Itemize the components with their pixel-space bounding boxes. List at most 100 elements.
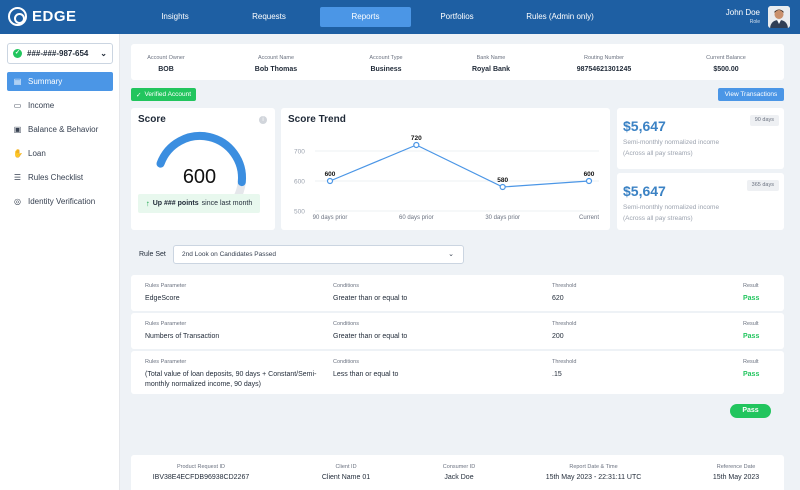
info-label: Account Name (257, 55, 295, 61)
identity-icon: ◎ (14, 197, 21, 206)
user-role: Role (749, 19, 760, 25)
rule-param: Rules Parameter (Total value of loan depo… (145, 359, 325, 390)
footer-label: Reference Date (716, 464, 756, 470)
x-tick-label: 30 days prior (485, 215, 520, 221)
sidebar-item-balance-behavior[interactable]: ▣ Balance & Behavior (7, 120, 113, 139)
info-label: Bank Name (476, 55, 506, 61)
user-info[interactable]: John Doe Role (726, 8, 760, 25)
sidebar-item-identity-verification[interactable]: ◎ Identity Verification (7, 192, 113, 211)
info-label: Routing Number (583, 55, 625, 61)
rule-param-label: Rules Parameter (145, 359, 187, 365)
footer-value: Jack Doe (444, 474, 474, 481)
tab-requests[interactable]: Requests (224, 7, 314, 27)
sidebar-item-income[interactable]: ▭ Income (7, 96, 113, 115)
rule-result: Result Pass (743, 321, 759, 342)
edge-logo-icon (8, 7, 27, 26)
overall-pass-button[interactable]: Pass (730, 404, 771, 418)
rule-row: Rules Parameter EdgeScore Conditions Great… (131, 275, 784, 311)
rule-condition: Conditions Less than or equal to (333, 359, 398, 380)
rule-condition-value: Less than or equal to (333, 371, 399, 378)
score-change-rest: since last month (201, 200, 253, 207)
chevron-down-icon: ⌄ (100, 49, 107, 58)
footer-value: 15th May 2023 - 22:31:11 UTC (545, 474, 642, 481)
check-circle-icon: ✓ (13, 49, 22, 58)
data-label: 600 (584, 171, 595, 178)
rule-param: Rules Parameter Numbers of Transaction (145, 321, 219, 342)
sidebar-item-label: Income (28, 101, 55, 110)
loan-icon: ✋ (13, 149, 23, 158)
footer-label: Report Date & Time (569, 464, 618, 470)
x-tick-label: Current (579, 215, 599, 221)
rule-row: Rules Parameter (Total value of loan depo… (131, 351, 784, 394)
rule-condition-label: Conditions (333, 359, 359, 365)
tab-insights[interactable]: Insights (130, 7, 220, 27)
info-bank-name: Bank Name Royal Bank (456, 55, 526, 73)
info-value: $500.00 (713, 66, 739, 73)
chevron-down-icon: ⌄ (448, 251, 454, 258)
data-label: 720 (411, 135, 422, 142)
y-tick-label: 500 (294, 209, 305, 216)
rule-result: Result Pass (743, 283, 759, 304)
info-account-type: Account Type Business (351, 55, 421, 73)
sidebar-item-label: Summary (28, 77, 63, 86)
income-amount: $5,647 (623, 118, 666, 134)
rule-result-label: Result (743, 283, 759, 289)
tab-portfolios[interactable]: Portfolios (412, 7, 502, 27)
rule-condition-label: Conditions (333, 321, 359, 327)
rule-result-value: Pass (743, 333, 760, 340)
info-account-owner: Account Owner BOB (131, 55, 201, 73)
client-id: Client ID Client Name 01 (301, 464, 391, 481)
rule-condition: Conditions Greater than or equal to (333, 321, 407, 342)
rule-result: Result Pass (743, 359, 759, 380)
rule-condition-value: Greater than or equal to (333, 295, 408, 302)
view-transactions-button[interactable]: View Transactions (718, 88, 784, 101)
income-card-365: $5,647 365 days Semi-monthly normalized … (617, 173, 784, 230)
user-name: John Doe (725, 8, 760, 17)
income-icon: ▭ (13, 101, 22, 110)
account-selector[interactable]: ✓ ###-###-987-654 ⌄ (7, 43, 113, 64)
report-details-card: Product Request ID IBV38E4ECFDB96938CD226… (131, 455, 784, 490)
y-tick-label: 600 (294, 179, 305, 186)
footer-value: 15th May 2023 (712, 474, 760, 481)
footer-label: Client ID (335, 464, 357, 470)
verified-account-badge: ✓ Verified Account (131, 88, 197, 101)
sidebar-item-rules-checklist[interactable]: ☰ Rules Checklist (7, 168, 113, 187)
rule-param-value: EdgeScore (145, 295, 180, 302)
avatar[interactable] (768, 6, 790, 28)
tab-rules-admin[interactable]: Rules (Admin only) (505, 7, 615, 27)
checklist-icon: ☰ (13, 173, 22, 182)
balance-icon: ▣ (13, 125, 22, 134)
info-label: Account Type (369, 55, 403, 61)
rule-condition-label: Conditions (333, 283, 359, 289)
brand-logo[interactable]: EDGE (8, 7, 77, 26)
summary-icon: ▤ (13, 77, 22, 86)
income-note: (Across all pay streams) (623, 150, 693, 157)
period-badge: 90 days (749, 115, 779, 126)
y-tick-label: 700 (294, 149, 305, 156)
info-value: Royal Bank (471, 66, 511, 73)
report-date-time: Report Date & Time 15th May 2023 - 22:31:… (531, 464, 656, 481)
score-change-bold: Up ### points (152, 200, 199, 207)
rule-threshold-value: 200 (552, 333, 564, 340)
rule-set-select[interactable]: 2nd Look on Candidates Passed ⌄ (173, 245, 464, 264)
check-circle-icon: ✓ (136, 91, 142, 99)
footer-value: Client Name 01 (321, 474, 371, 481)
info-routing-number: Routing Number 98754621301245 (561, 55, 647, 73)
account-info-card: Account Owner BOB Account Name Bob Thoma… (131, 44, 784, 80)
sidebar-item-summary[interactable]: ▤ Summary (7, 72, 113, 91)
rule-param-value: Numbers of Transaction (145, 333, 220, 340)
score-trend-chart: 700 600 500 600 90 days prior 720 60 days prio… (294, 135, 599, 221)
rule-result-value: Pass (743, 295, 760, 302)
data-label: 580 (497, 177, 508, 184)
sidebar-item-loan[interactable]: ✋ Loan (7, 144, 113, 163)
info-value: 98754621301245 (576, 66, 632, 73)
score-change-note: ↑ Up ### points since last month (138, 194, 260, 213)
sidebar-item-label: Identity Verification (28, 197, 96, 206)
rule-result-value: Pass (743, 371, 760, 378)
rule-result-label: Result (743, 359, 759, 365)
tab-reports[interactable]: Reports (320, 7, 411, 27)
rule-threshold-value: .15 (552, 371, 562, 378)
rule-condition: Conditions Greater than or equal to (333, 283, 407, 304)
data-label: 600 (325, 171, 336, 178)
x-tick-label: 90 days prior (313, 215, 348, 221)
